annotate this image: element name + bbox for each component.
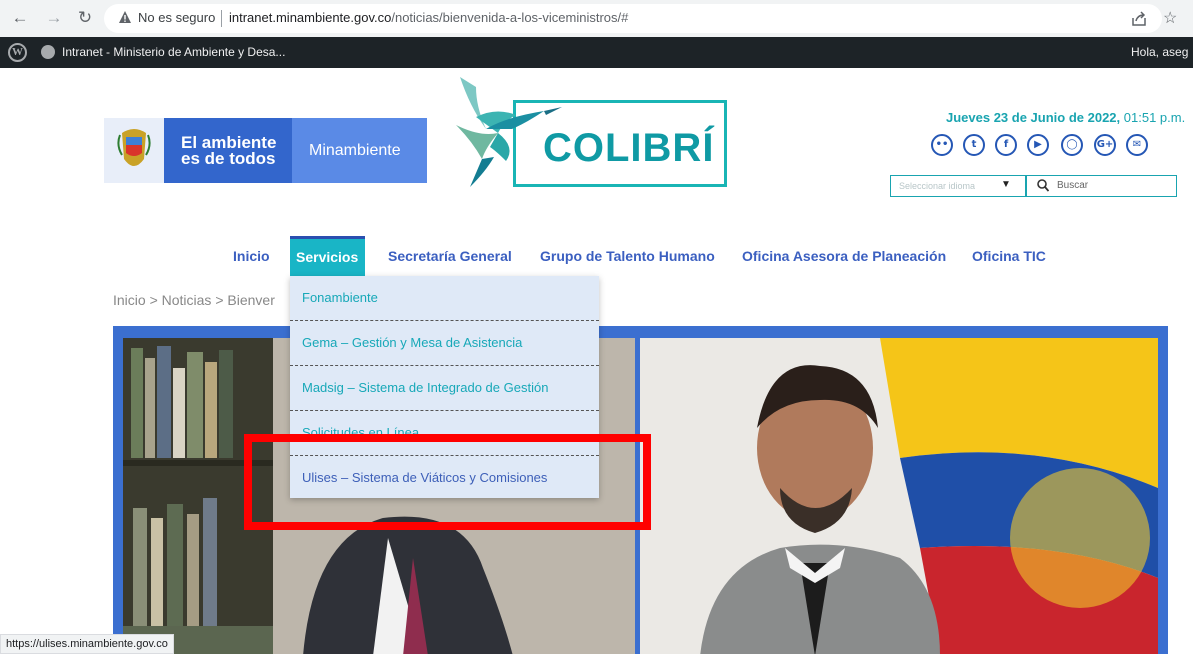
language-placeholder: Seleccionar idioma [899, 181, 976, 191]
separator [221, 10, 222, 27]
search-placeholder: Buscar [1057, 180, 1089, 191]
dropdown-item-label: Madsig – Sistema de Integrado de Gestión [302, 380, 549, 395]
current-date: Jueves 23 de Junio de 2022, 01:51 p.m. [946, 110, 1185, 125]
flickr-icon[interactable]: •• [931, 134, 953, 156]
forward-arrow-icon[interactable]: → [44, 8, 64, 28]
dropdown-item-madsig[interactable]: Madsig – Sistema de Integrado de Gestión [290, 366, 599, 411]
coat-of-arms-icon [117, 129, 151, 166]
time-text: 01:51 p.m. [1120, 110, 1186, 125]
warning-icon[interactable] [118, 10, 132, 24]
url-host: intranet.minambiente.gov.co [229, 10, 392, 25]
site-home-icon[interactable] [41, 45, 55, 59]
status-bar-url: https://ulises.minambiente.gov.co [0, 634, 174, 654]
admin-bar: W Intranet - Ministerio de Ambiente y De… [0, 37, 1193, 68]
flag-portrait-image [640, 338, 1158, 654]
search-input[interactable]: Buscar [1026, 175, 1177, 197]
youtube-icon[interactable]: ▶ [1027, 134, 1049, 156]
colibri-title: COLIBRÍ [543, 126, 715, 170]
language-select[interactable]: Seleccionar idioma ▼ [890, 175, 1026, 197]
nav-item-planeacion[interactable]: Oficina Asesora de Planeación [742, 248, 946, 264]
email-icon[interactable]: ✉ [1126, 134, 1148, 156]
browser-toolbar: ← → ↻ No es seguro intranet.minambiente.… [0, 0, 1193, 37]
search-icon [1037, 179, 1049, 192]
caret-down-icon: ▼ [1001, 179, 1011, 190]
breadcrumb[interactable]: Inicio > Noticias > Bienver [113, 292, 275, 308]
share-icon[interactable] [1131, 11, 1147, 27]
reload-icon[interactable]: ↻ [75, 8, 95, 28]
admin-bar-greeting[interactable]: Hola, aseg [1131, 45, 1188, 59]
date-text: Jueves 23 de Junio de 2022, [946, 110, 1121, 125]
google-plus-icon[interactable]: G+ [1094, 134, 1116, 156]
bookmark-star-icon[interactable]: ☆ [1163, 8, 1177, 28]
nav-item-servicios-label: Servicios [296, 249, 359, 265]
nav-item-oficina-tic[interactable]: Oficina TIC [972, 248, 1046, 264]
hero-photo-right [640, 338, 1158, 654]
facebook-icon[interactable]: f [995, 134, 1017, 156]
dropdown-item-fonambiente[interactable]: Fonambiente [290, 276, 599, 321]
gov-logo[interactable]: El ambiente es de todos Minambiente [104, 118, 427, 183]
nav-item-servicios[interactable]: Servicios [290, 236, 365, 276]
security-label[interactable]: No es seguro [138, 10, 215, 25]
instagram-icon[interactable]: ◯ [1061, 134, 1083, 156]
address-bar[interactable]: No es seguro intranet.minambiente.gov.co… [104, 4, 1162, 33]
wordpress-logo-icon[interactable]: W [8, 43, 27, 62]
back-arrow-icon[interactable]: ← [10, 8, 30, 28]
gov-brand: Minambiente [309, 142, 401, 159]
admin-bar-site-name[interactable]: Intranet - Ministerio de Ambiente y Desa… [62, 45, 285, 59]
gov-slogan-line2: es de todos [181, 149, 276, 168]
url-path: /noticias/bienvenida-a-los-viceministros… [391, 10, 629, 25]
gov-slogan: El ambiente es de todos [181, 134, 291, 168]
colibri-logo[interactable]: COLIBRÍ [446, 77, 736, 189]
dropdown-item-label: Fonambiente [302, 290, 378, 305]
highlight-box [244, 434, 651, 530]
url-text[interactable]: intranet.minambiente.gov.co/noticias/bie… [229, 10, 628, 25]
nav-item-inicio[interactable]: Inicio [233, 248, 270, 264]
nav-item-talento-humano[interactable]: Grupo de Talento Humano [540, 248, 715, 264]
dropdown-item-label: Gema – Gestión y Mesa de Asistencia [302, 335, 523, 350]
dropdown-item-gema[interactable]: Gema – Gestión y Mesa de Asistencia [290, 321, 599, 366]
nav-item-secretaria-general[interactable]: Secretaría General [388, 248, 512, 264]
twitter-icon[interactable]: t [963, 134, 985, 156]
